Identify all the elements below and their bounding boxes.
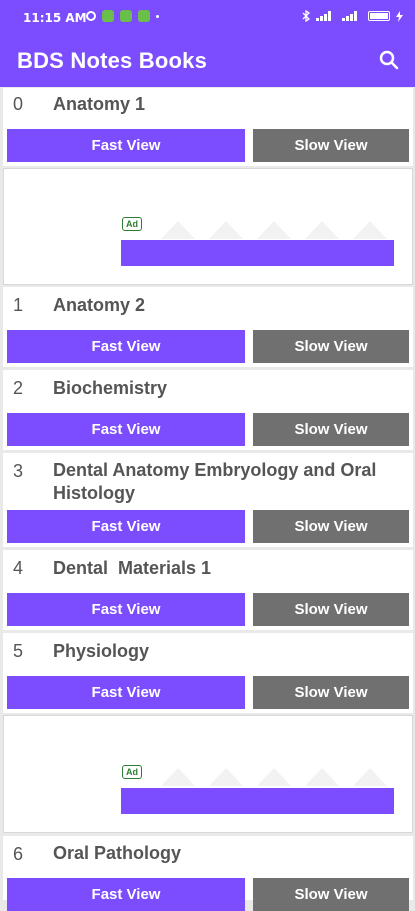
slow-view-button[interactable]: Slow View [253, 413, 409, 446]
ad-placeholder-shape [209, 768, 243, 786]
item-title: Anatomy 1 [53, 94, 146, 114]
ad-placeholder-shape [257, 221, 291, 239]
item-number: 5 [13, 641, 24, 661]
status-right-icons [302, 10, 403, 22]
status-time: 11:15 AM [23, 11, 87, 25]
fast-view-button[interactable]: Fast View [7, 330, 245, 363]
signal-icon [342, 11, 362, 21]
item-number: 1 [13, 295, 24, 315]
list-item: 2 Biochemistry Fast View Slow View [3, 370, 413, 450]
bluetooth-icon [302, 10, 310, 22]
item-number: 4 [13, 558, 24, 578]
slow-view-button[interactable]: Slow View [253, 878, 409, 911]
item-number: 0 [13, 94, 24, 114]
fast-view-button[interactable]: Fast View [7, 129, 245, 162]
ad-placeholder-shape [353, 221, 387, 239]
item-title: Dental Materials 1 [53, 558, 212, 578]
ad-placeholder-shape [161, 768, 195, 786]
app-bar: BDS Notes Books [0, 36, 415, 87]
list-item: 3 Dental Anatomy Embryology and Oral His… [3, 453, 413, 547]
ad-banner[interactable]: Ad [3, 715, 413, 833]
fast-view-button[interactable]: Fast View [7, 878, 245, 911]
app-notification-icon [120, 10, 132, 22]
item-number: 2 [13, 378, 24, 398]
fast-view-button[interactable]: Fast View [7, 413, 245, 446]
slow-view-button[interactable]: Slow View [253, 676, 409, 709]
fast-view-button[interactable]: Fast View [7, 676, 245, 709]
signal-icon [316, 11, 336, 21]
ad-badge: Ad [122, 765, 142, 779]
list-item: 1 Anatomy 2 Fast View Slow View [3, 287, 413, 367]
list-item: 5 Physiology Fast View Slow View [3, 633, 413, 713]
ad-placeholder-shape [305, 768, 339, 786]
app-notification-icon [138, 10, 150, 22]
battery-icon [368, 11, 390, 21]
status-left-icons [86, 10, 159, 22]
item-number: 6 [13, 844, 24, 864]
alarm-icon [86, 11, 96, 21]
item-title: Oral Pathology [53, 843, 182, 863]
list-item: 0 Anatomy 1 Fast View Slow View [3, 88, 413, 166]
status-bar: 11:15 AM [0, 0, 415, 36]
item-number: 3 [13, 461, 24, 481]
slow-view-button[interactable]: Slow View [253, 330, 409, 363]
fast-view-button[interactable]: Fast View [7, 510, 245, 543]
item-title: Physiology [53, 641, 150, 661]
item-title: Biochemistry [53, 378, 168, 398]
app-notification-icon [102, 10, 114, 22]
list-item: 4 Dental Materials 1 Fast View Slow View [3, 550, 413, 630]
ad-badge: Ad [122, 217, 142, 231]
slow-view-button[interactable]: Slow View [253, 510, 409, 543]
ad-placeholder-shape [257, 768, 291, 786]
ad-placeholder-shape [161, 221, 195, 239]
slow-view-button[interactable]: Slow View [253, 593, 409, 626]
item-title: Dental Anatomy Embryology and Oral Histo… [53, 460, 377, 503]
search-icon[interactable] [377, 48, 401, 72]
ad-content-bar[interactable] [121, 788, 394, 814]
charging-icon [396, 10, 403, 22]
item-title: Anatomy 2 [53, 295, 146, 315]
ad-banner[interactable]: Ad [3, 168, 413, 285]
more-dot-icon [156, 14, 159, 18]
slow-view-button[interactable]: Slow View [253, 129, 409, 162]
ad-placeholder-shape [209, 221, 243, 239]
list-item: 6 Oral Pathology Fast View Slow View [3, 836, 413, 911]
ad-content-bar[interactable] [121, 240, 394, 266]
fast-view-button[interactable]: Fast View [7, 593, 245, 626]
ad-placeholder-shape [305, 221, 339, 239]
app-title: BDS Notes Books [17, 48, 208, 73]
ad-placeholder-shape [353, 768, 387, 786]
